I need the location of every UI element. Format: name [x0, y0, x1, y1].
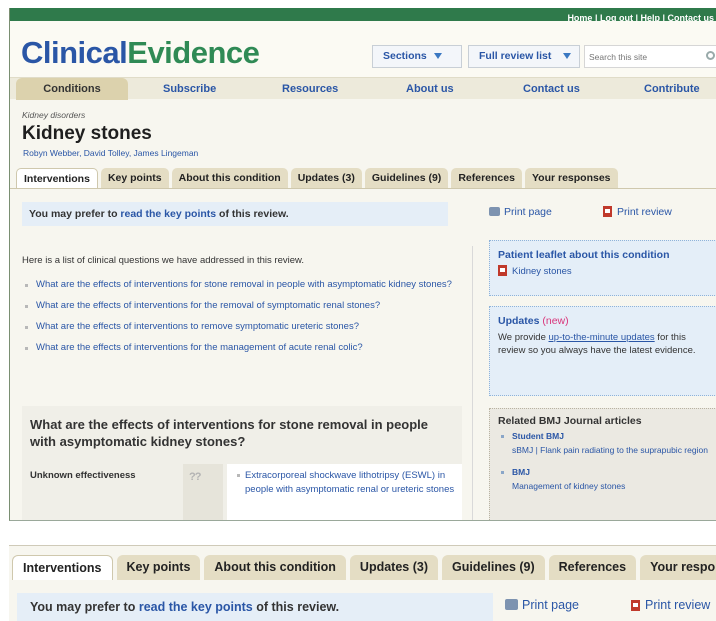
question-link[interactable]: What are the effects of interventions fo… — [24, 278, 454, 291]
tab-key-points[interactable]: Key points — [100, 168, 169, 188]
search-icon[interactable] — [706, 51, 715, 60]
tab-your-responses[interactable]: Your responses — [524, 168, 618, 188]
question-list: What are the effects of interventions fo… — [24, 278, 454, 362]
logo-part-evidence: Evidence — [127, 35, 260, 70]
full-review-list-dropdown[interactable]: Full review list — [468, 45, 580, 68]
sections-dropdown[interactable]: Sections — [372, 45, 462, 68]
effectiveness-row: Unknown effectiveness ?? Extracorporeal … — [22, 464, 462, 520]
page-title: Kidney stones — [22, 123, 152, 144]
authors[interactable]: Robyn Webber, David Tolley, James Lingem… — [23, 148, 198, 158]
pdf-icon — [498, 265, 507, 276]
full-review-label: Full review list — [479, 50, 552, 62]
question-link[interactable]: What are the effects of interventions fo… — [24, 299, 454, 312]
intro-text: Here is a list of clinical questions we … — [22, 255, 304, 266]
read-key-points-link[interactable]: read the key points — [139, 600, 253, 614]
screenshot-main: Home | Log out | Help | Contact us Clini… — [9, 8, 716, 521]
print-page-label: Print page — [522, 598, 579, 612]
related-title: Related BMJ Journal articles — [498, 415, 642, 427]
screenshot-zoom: Interventions Key points About this cond… — [9, 545, 716, 621]
printer-icon — [505, 599, 518, 610]
print-page-label: Print page — [504, 206, 552, 218]
pdf-icon — [603, 206, 612, 217]
main-nav: Conditions Subscribe Resources About us … — [10, 77, 716, 100]
question-link[interactable]: What are the effects of interventions fo… — [24, 341, 454, 354]
updates-text: We provide up-to-the-minute updates for … — [490, 331, 716, 363]
tab-divider — [10, 188, 716, 189]
printer-icon — [489, 207, 500, 216]
related-item: BMJ Management of kidney stones — [490, 465, 716, 493]
review-tabs: Interventions Key points About this cond… — [16, 168, 618, 188]
key-points-notice: You may prefer to read the key points of… — [17, 593, 493, 621]
site-logo[interactable]: ClinicalEvidence — [21, 35, 260, 71]
leaflet-link[interactable]: Kidney stones — [490, 265, 716, 277]
intervention-cell: Extracorporeal shockwave lithotripsy (ES… — [227, 464, 462, 520]
patient-leaflet-box: Patient leaflet about this condition Kid… — [489, 240, 716, 296]
breadcrumb[interactable]: Kidney disorders — [22, 110, 85, 120]
tab-guidelines[interactable]: Guidelines (9) — [442, 555, 545, 580]
search-input[interactable] — [584, 45, 716, 68]
question-heading: What are the effects of interventions fo… — [30, 417, 429, 449]
print-review-link[interactable]: Print review — [603, 206, 672, 218]
nav-contribute[interactable]: Contribute — [644, 78, 700, 100]
tab-about-condition[interactable]: About this condition — [204, 555, 346, 580]
nav-conditions[interactable]: Conditions — [16, 78, 128, 100]
tab-references[interactable]: References — [548, 555, 637, 580]
tab-your-responses[interactable]: Your responses — [640, 555, 716, 580]
notice-post: of this review. — [252, 600, 340, 614]
effectiveness-category: Unknown effectiveness — [30, 470, 136, 481]
review-tabs-zoom: Interventions Key points About this cond… — [12, 555, 716, 580]
updates-title-text: Updates — [498, 315, 540, 327]
chevron-down-icon — [433, 53, 442, 60]
updates-link[interactable]: up-to-the-minute updates — [549, 332, 655, 343]
nav-about-us[interactable]: About us — [406, 78, 454, 100]
tab-references[interactable]: References — [451, 168, 522, 188]
print-review-label: Print review — [645, 598, 711, 612]
related-articles-box: Related BMJ Journal articles Student BMJ… — [489, 408, 716, 520]
print-review-link[interactable]: Print review — [631, 598, 710, 612]
pdf-icon — [631, 600, 640, 611]
column-divider — [472, 246, 473, 520]
question-section: What are the effects of interventions fo… — [22, 406, 462, 520]
top-utility-bar: Home | Log out | Help | Contact us — [10, 8, 716, 23]
notice-post: of this review. — [216, 208, 289, 220]
print-review-label: Print review — [617, 206, 672, 218]
print-page-link[interactable]: Print page — [505, 598, 579, 612]
related-item: Student BMJ sBMJ | Flank pain radiating … — [490, 429, 716, 457]
related-source[interactable]: Student BMJ — [512, 429, 716, 443]
related-source[interactable]: BMJ — [512, 465, 716, 479]
updates-title: Updates (new) — [490, 307, 716, 331]
tab-key-points[interactable]: Key points — [116, 555, 201, 580]
question-link[interactable]: What are the effects of interventions to… — [24, 320, 454, 333]
tab-about-condition[interactable]: About this condition — [171, 168, 288, 188]
tab-interventions[interactable]: Interventions — [16, 168, 98, 188]
read-key-points-link[interactable]: read the key points — [120, 208, 216, 220]
leaflet-link-label: Kidney stones — [512, 266, 572, 277]
print-page-link[interactable]: Print page — [489, 206, 552, 218]
sections-label: Sections — [383, 50, 427, 62]
nav-contact-us[interactable]: Contact us — [523, 78, 580, 100]
updates-pre: We provide — [498, 332, 549, 343]
related-article-link[interactable]: Management of kidney stones — [512, 479, 716, 493]
updates-box: Updates (new) We provide up-to-the-minut… — [489, 306, 716, 396]
related-article-link[interactable]: sBMJ | Flank pain radiating to the supra… — [512, 443, 716, 457]
tab-updates[interactable]: Updates (3) — [349, 555, 438, 580]
notice-pre: You may prefer to — [29, 208, 121, 220]
chevron-down-icon — [563, 53, 572, 60]
notice-pre: You may prefer to — [30, 600, 139, 614]
tab-interventions[interactable]: Interventions — [12, 555, 113, 580]
new-badge: (new) — [542, 315, 569, 327]
tab-updates[interactable]: Updates (3) — [290, 168, 362, 188]
unknown-effectiveness-icon: ?? — [189, 471, 201, 483]
nav-resources[interactable]: Resources — [282, 78, 338, 100]
tab-guidelines[interactable]: Guidelines (9) — [364, 168, 449, 188]
leaflet-title: Patient leaflet about this condition — [498, 249, 670, 261]
intervention-link[interactable]: Extracorporeal shockwave lithotripsy (ES… — [237, 469, 462, 497]
logo-part-clinical: Clinical — [21, 35, 128, 70]
effectiveness-icon-cell: ?? — [183, 464, 223, 520]
key-points-notice: You may prefer to read the key points of… — [22, 202, 448, 226]
nav-subscribe[interactable]: Subscribe — [163, 78, 216, 100]
site-header: ClinicalEvidence Sections Full review li… — [10, 21, 716, 77]
